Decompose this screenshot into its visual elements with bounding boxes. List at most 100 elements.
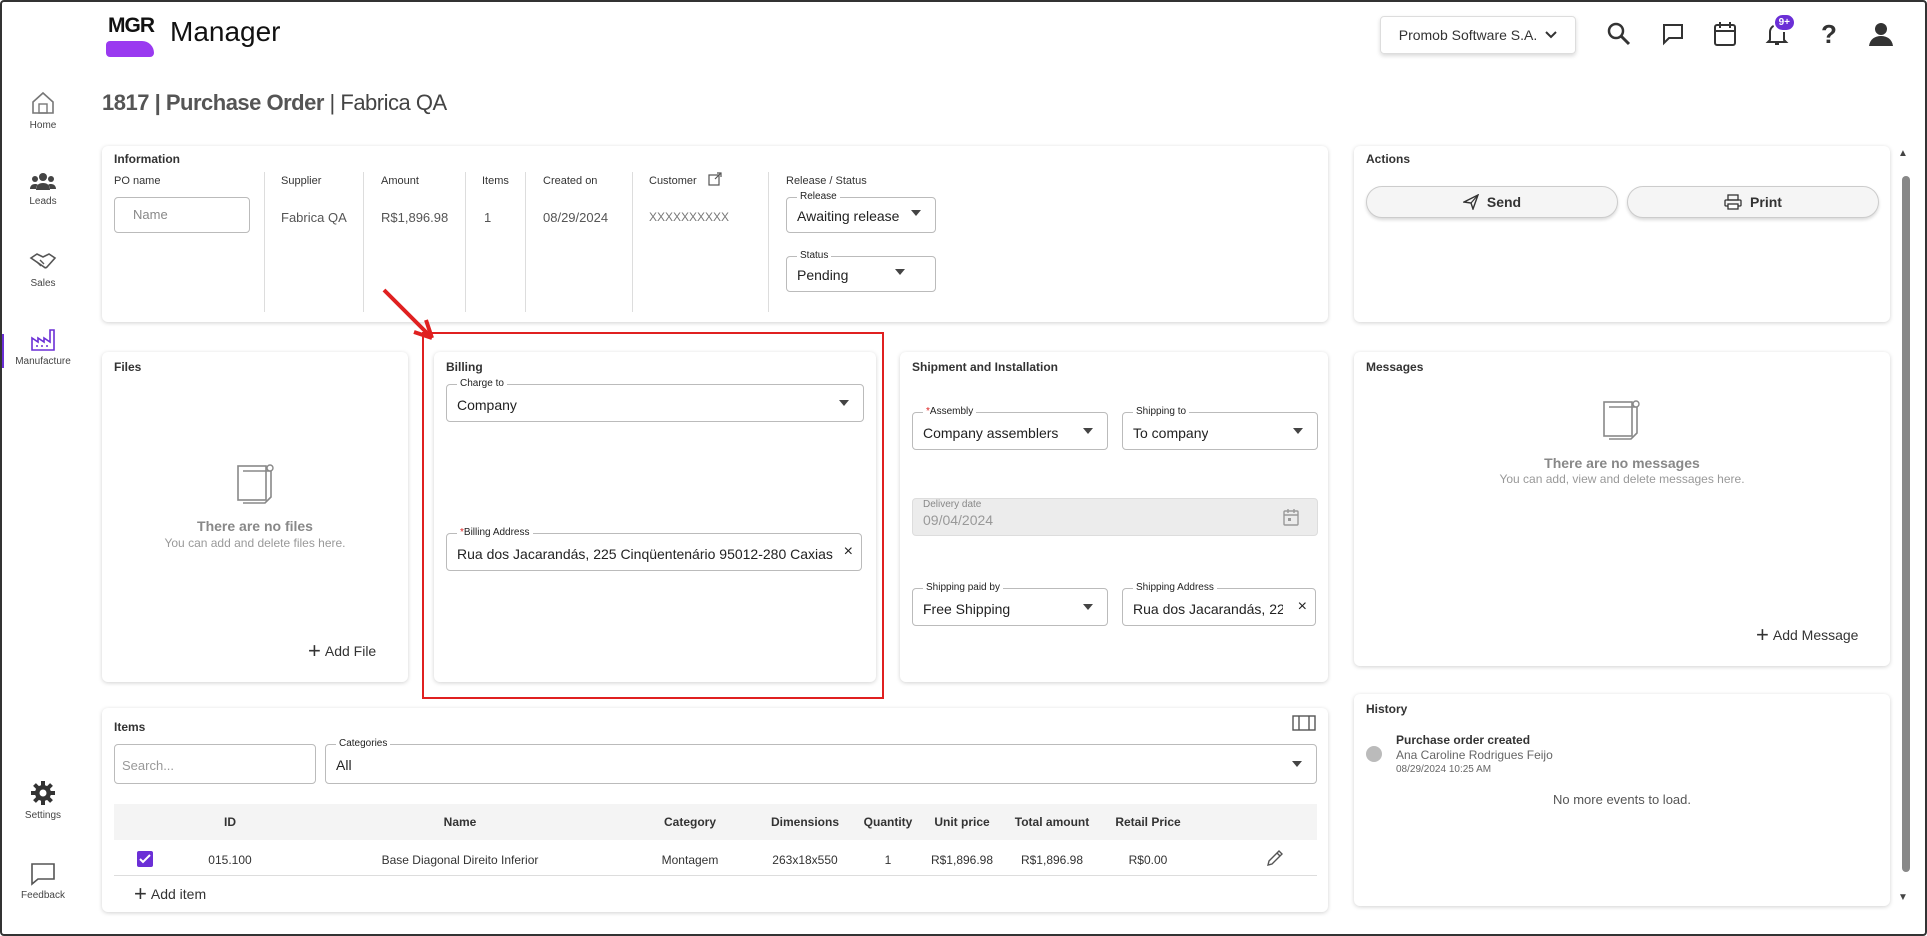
col-unit-price[interactable]: Unit price bbox=[924, 815, 1000, 829]
plus-icon: + bbox=[1756, 622, 1769, 647]
logo-text: MGR bbox=[108, 14, 155, 37]
nav-active-indicator bbox=[0, 334, 4, 368]
supplier-value: Fabrica QA bbox=[281, 210, 347, 225]
scroll-up-icon[interactable]: ▲ bbox=[1898, 148, 1908, 159]
col-retail-price[interactable]: Retail Price bbox=[1108, 815, 1188, 829]
scrollbar-thumb[interactable] bbox=[1902, 176, 1910, 872]
release-select[interactable]: Release Awaiting release bbox=[786, 191, 936, 233]
notification-badge: 9+ bbox=[1772, 13, 1796, 32]
columns-icon[interactable] bbox=[1292, 714, 1316, 732]
nav-feedback[interactable]: Feedback bbox=[0, 862, 86, 901]
edit-icon[interactable] bbox=[1266, 849, 1284, 867]
print-label: Print bbox=[1750, 194, 1782, 210]
messages-empty-sub: You can add, view and delete messages he… bbox=[1499, 472, 1745, 486]
col-id[interactable]: ID bbox=[200, 815, 260, 829]
clear-icon[interactable]: × bbox=[1298, 598, 1307, 616]
shipping-to-select[interactable]: Shipping to To company bbox=[1122, 406, 1318, 450]
release-status-label: Release / Status bbox=[786, 175, 867, 187]
plus-icon: + bbox=[134, 881, 147, 906]
nav-settings[interactable]: Settings bbox=[0, 780, 86, 821]
home-icon bbox=[32, 91, 54, 114]
po-name-placeholder: Name bbox=[133, 207, 168, 222]
actions-title: Actions bbox=[1366, 152, 1411, 166]
release-value: Awaiting release bbox=[797, 208, 900, 224]
send-button[interactable]: Send bbox=[1366, 186, 1618, 218]
scroll-down-icon[interactable]: ▼ bbox=[1898, 892, 1908, 903]
add-message-button[interactable]: + Add Message bbox=[1756, 622, 1858, 647]
categories-select[interactable]: Categories All bbox=[325, 738, 1317, 784]
app-title: Manager bbox=[170, 16, 281, 47]
items-title: Items bbox=[114, 720, 146, 734]
nav-leads[interactable]: Leads bbox=[0, 172, 86, 207]
shipping-address-select[interactable]: Shipping Address Rua dos Jacarandás, 225… bbox=[1122, 582, 1316, 626]
add-item-label: Add item bbox=[150, 886, 207, 902]
items-count-value: 1 bbox=[484, 210, 492, 225]
user-icon[interactable] bbox=[1866, 19, 1896, 49]
col-quantity[interactable]: Quantity bbox=[858, 815, 918, 829]
notifications-button[interactable]: 9+ bbox=[1762, 13, 1796, 49]
chat-icon[interactable] bbox=[1658, 19, 1688, 49]
people-icon bbox=[30, 173, 56, 190]
release-label: Release bbox=[797, 191, 840, 202]
nav-manufacture-label: Manufacture bbox=[15, 356, 71, 367]
items-search-placeholder: Search... bbox=[122, 758, 175, 773]
nav-manufacture[interactable]: Manufacture bbox=[0, 328, 86, 368]
history-event-time: 08/29/2024 10:25 AM bbox=[1396, 764, 1492, 775]
amount-value: R$1,896.98 bbox=[381, 210, 449, 225]
delivery-date-label: Delivery date bbox=[923, 499, 982, 510]
annotation-arrow-icon bbox=[382, 288, 434, 340]
items-count-label: Items bbox=[482, 175, 509, 187]
help-icon[interactable]: ? bbox=[1814, 19, 1844, 49]
shipping-address-label: Shipping Address bbox=[1133, 582, 1217, 593]
search-icon[interactable] bbox=[1604, 19, 1634, 49]
external-link-icon[interactable] bbox=[708, 172, 722, 186]
divider bbox=[363, 172, 364, 312]
col-name[interactable]: Name bbox=[400, 815, 520, 829]
information-title: Information bbox=[114, 152, 180, 166]
col-category[interactable]: Category bbox=[650, 815, 730, 829]
factory-icon bbox=[31, 329, 55, 351]
caret-down-icon bbox=[1083, 428, 1093, 434]
po-name-input[interactable]: Name bbox=[114, 197, 250, 233]
po-supplier: Fabrica QA bbox=[340, 90, 447, 115]
add-file-button[interactable]: + Add File bbox=[308, 640, 376, 662]
col-dimensions[interactable]: Dimensions bbox=[760, 815, 850, 829]
nav-home[interactable]: Home bbox=[0, 90, 86, 131]
calendar-icon[interactable] bbox=[1710, 19, 1740, 49]
items-search-input[interactable]: Search... bbox=[114, 744, 316, 784]
app-logo[interactable]: MGR bbox=[104, 14, 156, 58]
divider bbox=[465, 172, 466, 312]
supplier-label: Supplier bbox=[281, 175, 322, 187]
divider bbox=[632, 172, 633, 312]
status-select[interactable]: Status Pending bbox=[786, 250, 936, 292]
status-label: Status bbox=[797, 250, 832, 261]
shipping-paid-by-label: Shipping paid by bbox=[923, 582, 1003, 593]
send-label: Send bbox=[1486, 194, 1522, 210]
row-checkbox[interactable] bbox=[137, 851, 153, 867]
shipping-paid-by-value: Free Shipping bbox=[923, 601, 1011, 617]
cell-name: Base Diagonal Direito Inferior bbox=[381, 853, 539, 867]
feedback-icon bbox=[31, 863, 55, 886]
print-button[interactable]: Print bbox=[1627, 186, 1879, 218]
po-type: Purchase Order bbox=[165, 90, 325, 115]
title-separator-2: | bbox=[323, 90, 341, 115]
company-selector[interactable]: Promob Software S.A. bbox=[1380, 16, 1576, 54]
logo-mark bbox=[106, 41, 154, 57]
nav-sales[interactable]: Sales bbox=[0, 250, 86, 289]
page-title: 1817 | Purchase Order | Fabrica QA bbox=[102, 90, 447, 116]
add-item-button[interactable]: + Add item bbox=[134, 881, 207, 906]
document-icon bbox=[1603, 400, 1640, 440]
col-total-amount[interactable]: Total amount bbox=[1007, 815, 1097, 829]
highlight-box bbox=[422, 332, 884, 699]
files-panel bbox=[102, 352, 408, 682]
nav-sales-label: Sales bbox=[30, 278, 56, 289]
created-on-value: 08/29/2024 bbox=[543, 210, 609, 225]
shipping-paid-by-select[interactable]: Shipping paid by Free Shipping bbox=[912, 582, 1108, 626]
delivery-date-field: Delivery date 09/04/2024 bbox=[912, 498, 1318, 536]
cell-dimensions: 263x18x550 bbox=[772, 853, 838, 867]
chevron-down-icon bbox=[1545, 31, 1557, 39]
assembly-select[interactable]: *Assembly Company assemblers bbox=[912, 406, 1108, 450]
assembly-label-text: Assembly bbox=[929, 406, 974, 417]
customer-label: Customer bbox=[649, 175, 697, 187]
history-title: History bbox=[1366, 702, 1408, 716]
